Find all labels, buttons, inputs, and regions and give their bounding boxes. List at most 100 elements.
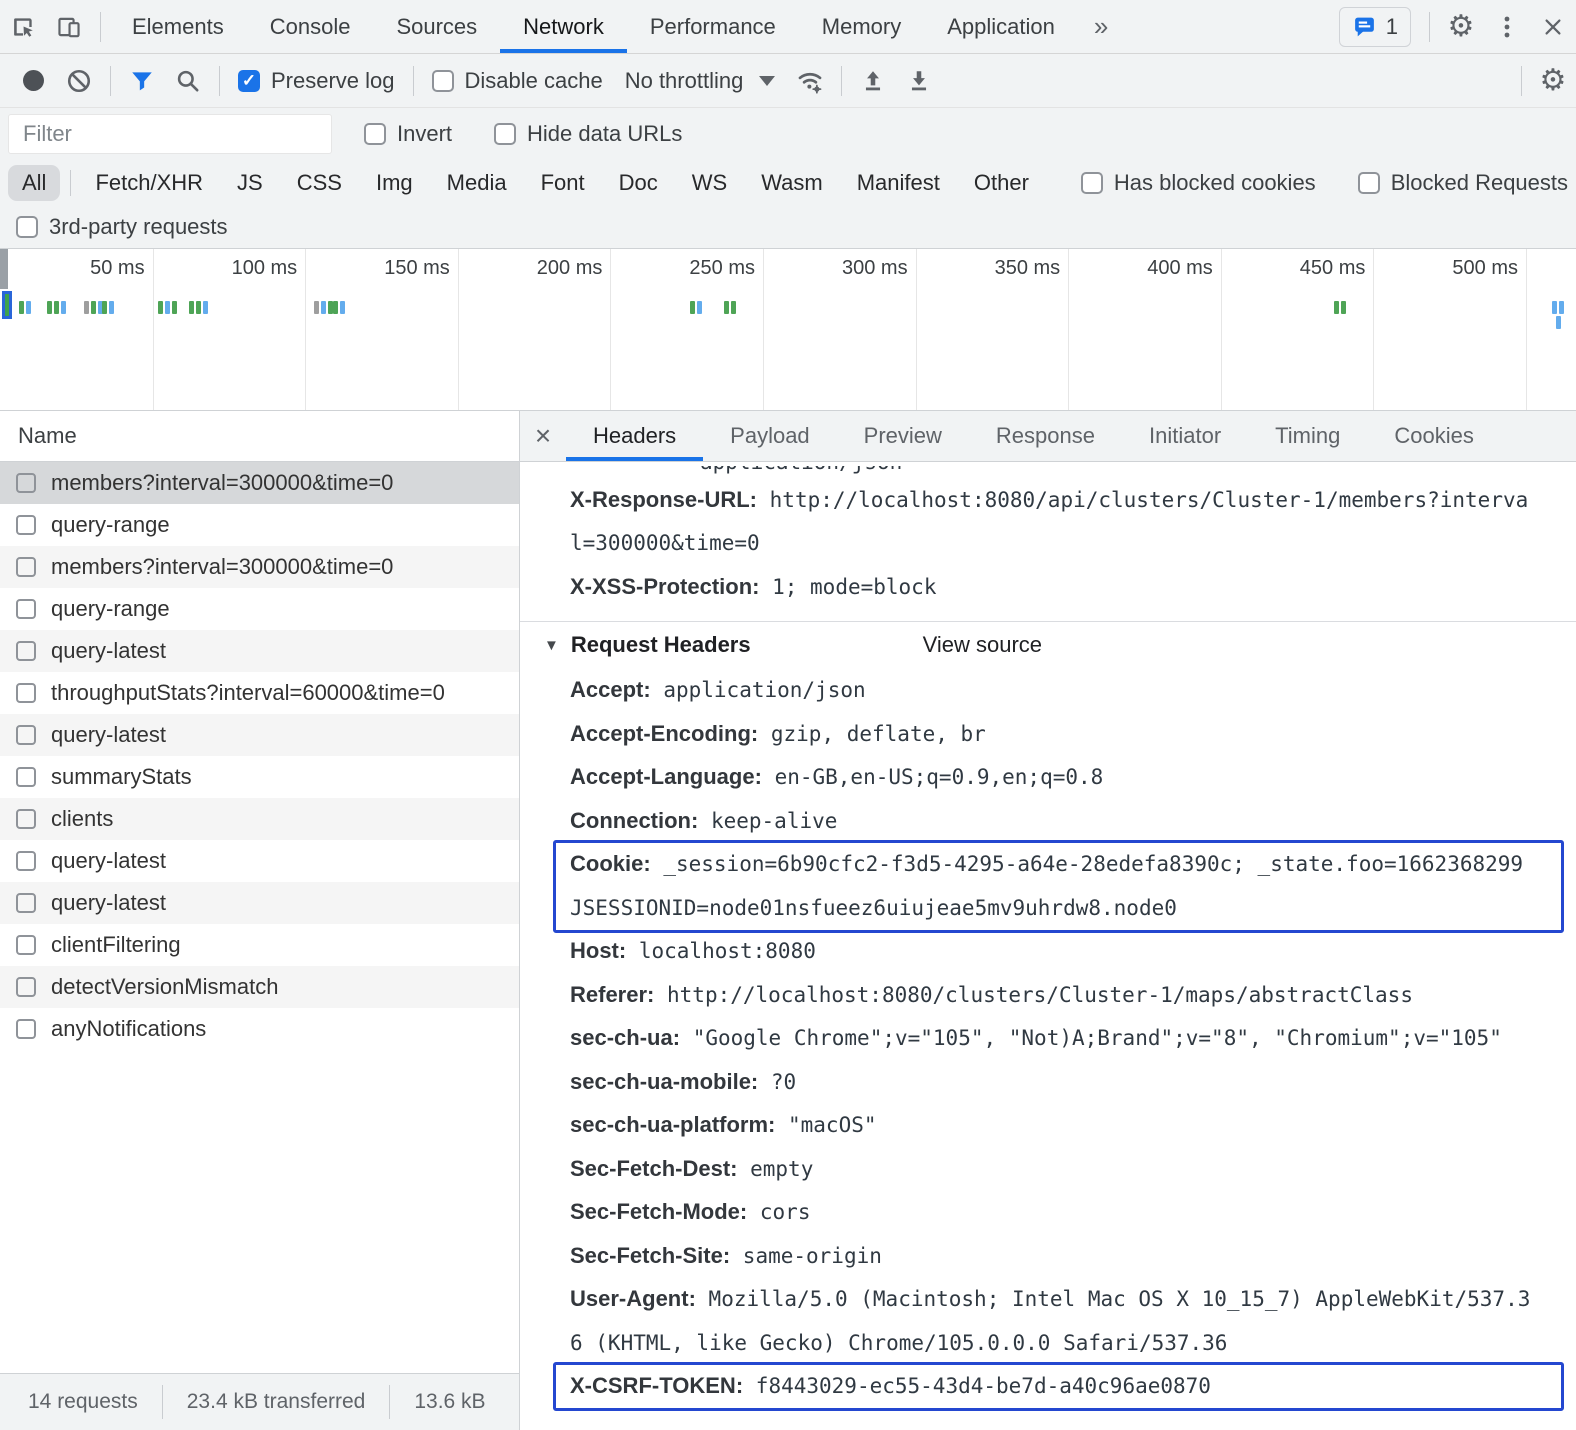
details-tab-preview[interactable]: Preview — [837, 411, 969, 461]
request-row[interactable]: summaryStats — [0, 756, 519, 798]
details-tab-response[interactable]: Response — [969, 411, 1122, 461]
request-row[interactable]: clients — [0, 798, 519, 840]
hide-data-urls-label[interactable]: Hide data URLs — [527, 121, 682, 147]
collapse-triangle-icon[interactable]: ▼ — [544, 637, 559, 654]
request-row[interactable]: clientFiltering — [0, 924, 519, 966]
third-party-label[interactable]: 3rd-party requests — [49, 214, 228, 240]
tab-performance[interactable]: Performance — [627, 0, 799, 53]
request-checkbox[interactable] — [16, 641, 36, 661]
request-checkbox[interactable] — [16, 683, 36, 703]
type-filter-font[interactable]: Font — [527, 165, 599, 201]
filter-input[interactable] — [8, 114, 332, 154]
preserve-log-checkbox[interactable] — [238, 70, 260, 92]
close-devtools-button[interactable] — [1530, 4, 1576, 50]
request-mark — [26, 301, 31, 314]
throttling-dropdown[interactable]: No throttling — [613, 68, 788, 94]
request-checkbox[interactable] — [16, 473, 36, 493]
export-har-button[interactable] — [896, 58, 942, 104]
preserve-log-label[interactable]: Preserve log — [271, 68, 395, 94]
request-row[interactable]: members?interval=300000&time=0 — [0, 546, 519, 588]
request-row[interactable]: query-latest — [0, 714, 519, 756]
has-blocked-cookies-control: Has blocked cookies — [1071, 170, 1326, 196]
type-filter-ws[interactable]: WS — [678, 165, 741, 201]
request-checkbox[interactable] — [16, 557, 36, 577]
details-tab-headers[interactable]: Headers — [566, 411, 703, 461]
blocked-requests-checkbox[interactable] — [1358, 172, 1380, 194]
network-conditions-button[interactable] — [787, 58, 833, 104]
type-filter-all[interactable]: All — [8, 165, 60, 201]
record-network-log-button[interactable] — [10, 58, 56, 104]
details-tab-payload[interactable]: Payload — [703, 411, 837, 461]
search-button[interactable] — [165, 58, 211, 104]
tab-sources[interactable]: Sources — [373, 0, 500, 53]
request-row[interactable]: query-range — [0, 504, 519, 546]
request-checkbox[interactable] — [16, 977, 36, 997]
request-row[interactable]: query-range — [0, 588, 519, 630]
request-row[interactable]: query-latest — [0, 630, 519, 672]
details-tab-timing[interactable]: Timing — [1248, 411, 1367, 461]
name-column-header[interactable]: Name — [0, 411, 519, 462]
disable-cache-label[interactable]: Disable cache — [465, 68, 603, 94]
tab-console[interactable]: Console — [247, 0, 374, 53]
request-row[interactable]: query-latest — [0, 882, 519, 924]
selected-request-bar[interactable] — [2, 291, 12, 319]
header-line: Referer: http://localhost:8080/clusters/… — [570, 973, 1576, 1017]
request-row[interactable]: query-latest — [0, 840, 519, 882]
type-filter-other[interactable]: Other — [960, 165, 1043, 201]
device-toolbar-button[interactable] — [46, 4, 92, 50]
tab-application[interactable]: Application — [924, 0, 1078, 53]
details-tab-initiator[interactable]: Initiator — [1122, 411, 1248, 461]
type-filter-fetch-xhr[interactable]: Fetch/XHR — [81, 165, 217, 201]
request-row[interactable]: anyNotifications — [0, 1008, 519, 1050]
type-filter-doc[interactable]: Doc — [605, 165, 672, 201]
request-mark-cluster — [314, 301, 333, 314]
header-name: X-CSRF-TOKEN: — [570, 1373, 743, 1399]
hide-data-urls-checkbox[interactable] — [494, 123, 516, 145]
request-name: members?interval=300000&time=0 — [51, 470, 393, 496]
customize-devtools-button[interactable] — [1484, 4, 1530, 50]
request-row[interactable]: detectVersionMismatch — [0, 966, 519, 1008]
close-details-button[interactable]: × — [520, 420, 566, 452]
tab-memory[interactable]: Memory — [799, 0, 924, 53]
type-filter-css[interactable]: CSS — [283, 165, 356, 201]
import-har-button[interactable] — [850, 58, 896, 104]
has-blocked-cookies-label[interactable]: Has blocked cookies — [1114, 170, 1316, 196]
request-checkbox[interactable] — [16, 851, 36, 871]
request-checkbox[interactable] — [16, 809, 36, 829]
type-filter-img[interactable]: Img — [362, 165, 427, 201]
request-checkbox[interactable] — [16, 767, 36, 787]
invert-checkbox[interactable] — [364, 123, 386, 145]
request-checkbox[interactable] — [16, 599, 36, 619]
tab-network[interactable]: Network — [500, 0, 627, 53]
third-party-checkbox[interactable] — [16, 216, 38, 238]
clear-network-log-button[interactable] — [56, 58, 102, 104]
request-row[interactable]: members?interval=300000&time=0 — [0, 462, 519, 504]
issues-button[interactable]: 1 — [1339, 7, 1411, 47]
type-filter-manifest[interactable]: Manifest — [843, 165, 954, 201]
type-filter-wasm[interactable]: Wasm — [747, 165, 837, 201]
tab-elements[interactable]: Elements — [109, 0, 247, 53]
settings-button[interactable]: ⚙ — [1438, 4, 1484, 50]
network-settings-button[interactable]: ⚙ — [1530, 58, 1576, 104]
details-tab-cookies[interactable]: Cookies — [1367, 411, 1500, 461]
invert-label[interactable]: Invert — [397, 121, 452, 147]
blocked-requests-label[interactable]: Blocked Requests — [1391, 170, 1568, 196]
filter-toggle-button[interactable] — [119, 58, 165, 104]
more-panels-button[interactable]: » — [1078, 11, 1124, 42]
request-mark — [19, 301, 24, 314]
network-overview-timeline[interactable]: 50 ms100 ms150 ms200 ms250 ms300 ms350 m… — [0, 248, 1576, 411]
request-checkbox[interactable] — [16, 515, 36, 535]
type-filter-js[interactable]: JS — [223, 165, 277, 201]
disable-cache-checkbox[interactable] — [432, 70, 454, 92]
request-checkbox[interactable] — [16, 725, 36, 745]
header-line: Host: localhost:8080 — [570, 930, 1576, 974]
request-checkbox[interactable] — [16, 935, 36, 955]
request-checkbox[interactable] — [16, 893, 36, 913]
request-checkbox[interactable] — [16, 1019, 36, 1039]
toolbar-divider — [413, 66, 414, 96]
has-blocked-cookies-checkbox[interactable] — [1081, 172, 1103, 194]
inspect-element-button[interactable] — [0, 4, 46, 50]
type-filter-media[interactable]: Media — [433, 165, 521, 201]
request-row[interactable]: throughputStats?interval=60000&time=0 — [0, 672, 519, 714]
view-source-link[interactable]: View source — [923, 632, 1042, 658]
